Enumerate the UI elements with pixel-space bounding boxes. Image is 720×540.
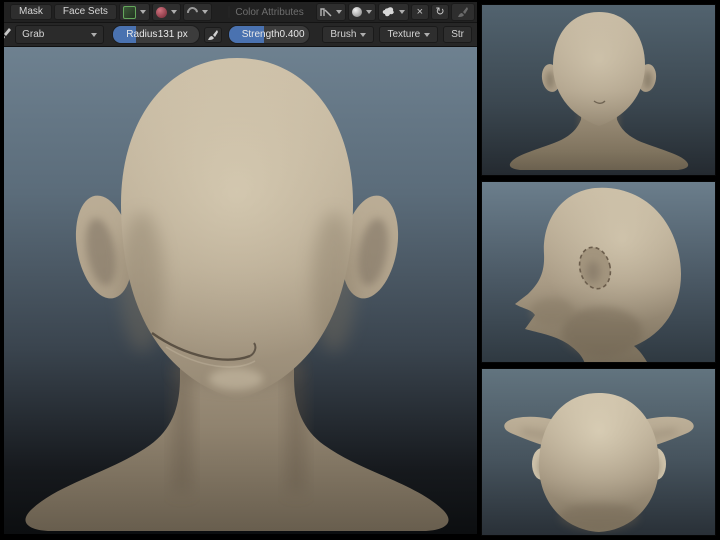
recycle-icon: ↻: [435, 5, 445, 18]
mirror-x-button[interactable]: ×: [410, 4, 429, 20]
chevron-down-icon: [365, 10, 372, 14]
sculpt-mesh-back-view: [509, 12, 689, 170]
paint-splash-icon: [382, 7, 394, 17]
chevron-down-icon: [202, 10, 209, 14]
chevron-down-icon: [140, 10, 147, 14]
paint-splash-dropdown[interactable]: [377, 3, 409, 21]
back-viewport[interactable]: [481, 4, 716, 176]
chevron-down-icon: [335, 10, 342, 14]
sculpt-editor: Mask Face Sets Color Attributes × ↻ Grab…: [4, 2, 477, 534]
main-viewport[interactable]: [4, 47, 477, 534]
texture-menu-label: Texture: [387, 29, 421, 40]
radius-slider[interactable]: Radius 131 px: [112, 25, 200, 44]
red-sphere-dropdown[interactable]: [152, 3, 182, 21]
strength-slider[interactable]: Strength 0.400: [227, 25, 311, 44]
active-tool-label: Grab: [22, 29, 45, 40]
chevron-down-icon: [91, 32, 98, 37]
cursor-tool-icon: [123, 5, 137, 19]
mask-menu-button[interactable]: Mask: [10, 4, 52, 20]
stroke-menu-button[interactable]: Str: [443, 26, 473, 43]
top-viewport[interactable]: [481, 368, 716, 536]
stroke-menu-label: Str: [451, 29, 465, 40]
strength-label: Strength: [241, 29, 280, 40]
falloff-curve-icon: [320, 7, 332, 16]
cursor-tool-dropdown[interactable]: [119, 3, 151, 21]
strength-value: 0.400: [279, 29, 305, 40]
blender-window: Mask Face Sets Color Attributes × ↻ Grab…: [0, 0, 720, 540]
brush-disabled-button: [451, 3, 475, 21]
brush-menu-button[interactable]: Brush: [322, 26, 375, 43]
pressure-icon: [207, 29, 218, 40]
brush-menu-label: Brush: [330, 29, 357, 40]
sculpt-header-menus: Mask Face Sets Color Attributes × ↻: [4, 2, 477, 23]
checkbox-icon: [228, 6, 231, 18]
active-tool-dropdown[interactable]: Grab: [15, 25, 105, 44]
tool-settings-bar: Grab Radius 131 px Strength 0.400 Brush …: [4, 23, 477, 47]
brush-icon: [458, 7, 468, 17]
sculpt-mesh-top-view: [504, 393, 694, 532]
radius-pressure-button[interactable]: [203, 26, 222, 43]
side-viewport[interactable]: [481, 181, 716, 363]
falloff-curve-dropdown[interactable]: [315, 3, 346, 21]
arc-dropdown[interactable]: [183, 3, 213, 21]
clipped-brush-icon: [4, 26, 11, 43]
recycle-button[interactable]: ↻: [431, 4, 449, 20]
face-sets-menu-button[interactable]: Face Sets: [53, 4, 117, 20]
sculpt-mesh-front-view: [25, 58, 449, 531]
chevron-down-icon: [360, 32, 367, 37]
color-attributes-label: Color Attributes: [235, 6, 304, 18]
radius-value: 131 px: [157, 29, 188, 40]
radius-label: Radius: [126, 29, 158, 40]
arc-icon: [184, 4, 201, 20]
chevron-down-icon: [398, 10, 405, 14]
chevron-down-icon: [171, 10, 178, 14]
sphere-icon: [351, 7, 362, 17]
sculpt-mesh-side-view: [515, 187, 681, 362]
sphere-dropdown[interactable]: [347, 3, 376, 21]
texture-menu-button[interactable]: Texture: [379, 26, 439, 43]
mirror-x-icon: ×: [416, 5, 424, 18]
red-sphere-icon: [156, 6, 168, 18]
chevron-down-icon: [424, 32, 431, 37]
